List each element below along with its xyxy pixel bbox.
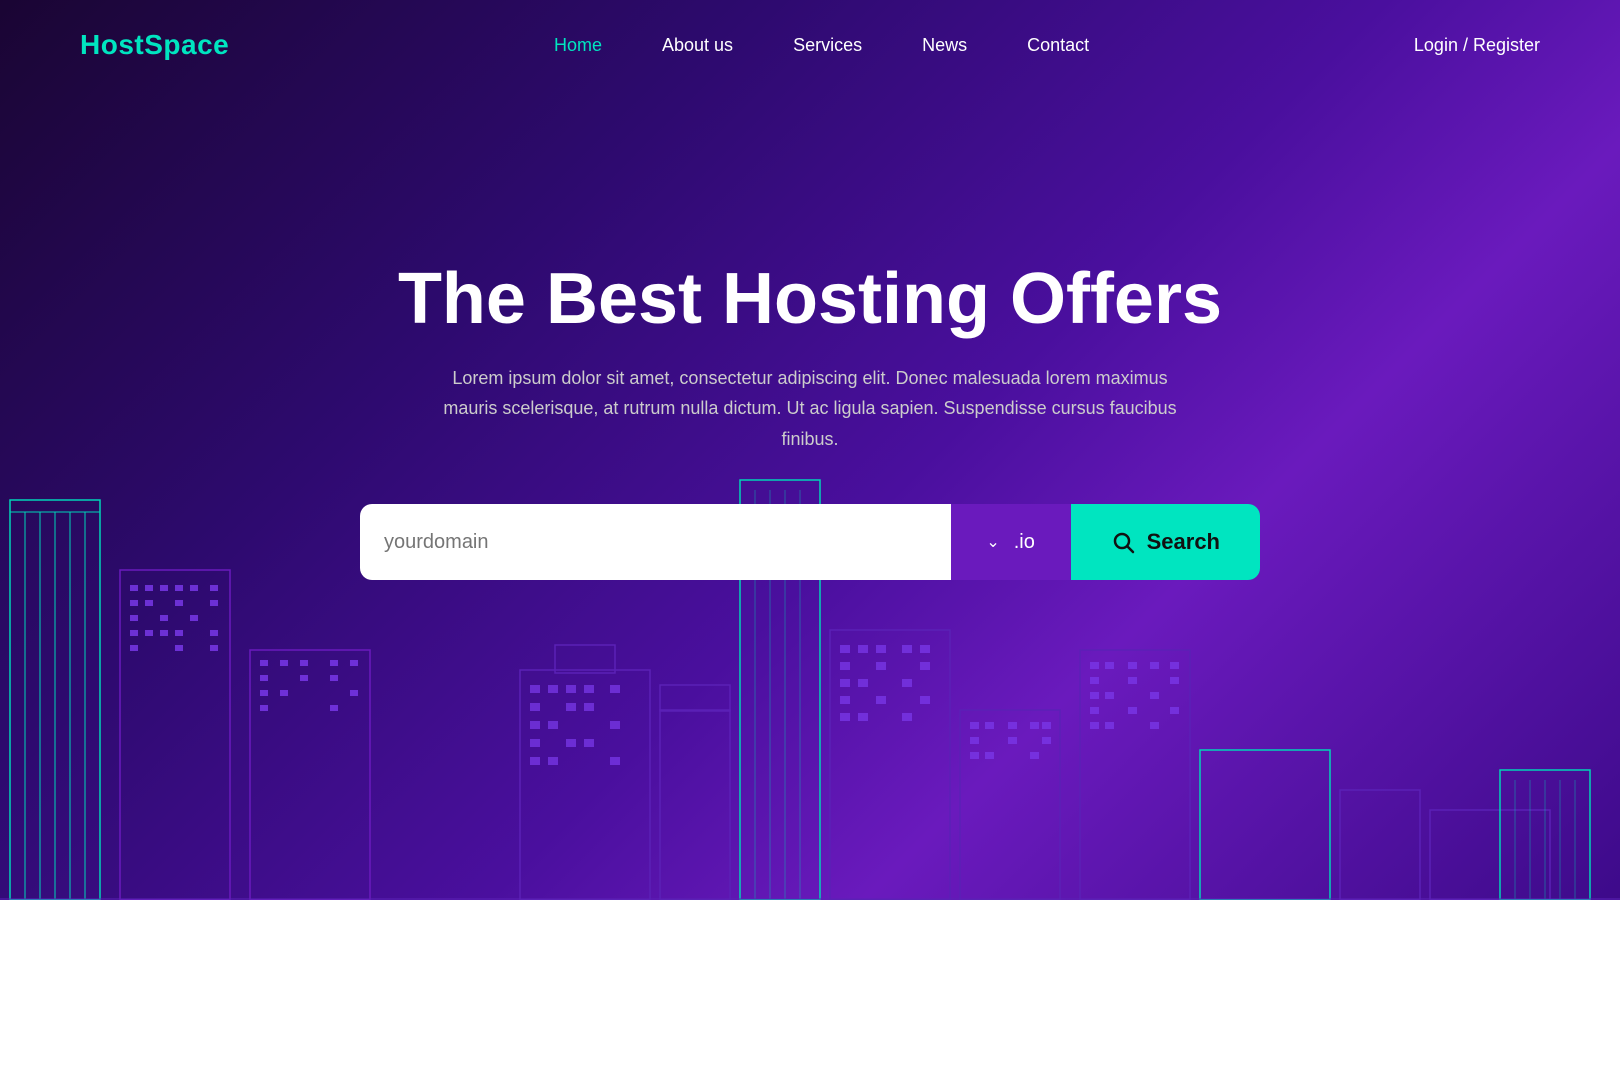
nav-link-home[interactable]: Home (554, 35, 602, 55)
nav-link-about[interactable]: About us (662, 35, 733, 55)
logo-prefix: Host (80, 29, 144, 60)
logo-suffix: Space (144, 29, 229, 60)
nav-item-services[interactable]: Services (793, 35, 862, 56)
navbar: HostSpace Home About us Services News Co… (0, 0, 1620, 90)
logo: HostSpace (80, 29, 229, 61)
nav-link-news[interactable]: News (922, 35, 967, 55)
hero-section: HostSpace Home About us Services News Co… (0, 0, 1620, 900)
nav-links: Home About us Services News Contact (554, 35, 1089, 56)
search-input-wrapper (360, 504, 951, 580)
search-button-label: Search (1147, 529, 1220, 555)
nav-item-home[interactable]: Home (554, 35, 602, 56)
domain-search-input[interactable] (384, 531, 927, 554)
login-register-link[interactable]: Login / Register (1414, 35, 1540, 56)
bottom-section (0, 900, 1620, 1080)
hero-subtitle: Lorem ipsum dolor sit amet, consectetur … (430, 363, 1190, 455)
nav-link-contact[interactable]: Contact (1027, 35, 1089, 55)
chevron-down-icon: ⌄ (986, 532, 999, 552)
nav-item-about[interactable]: About us (662, 35, 733, 56)
search-button[interactable]: Search (1071, 504, 1260, 580)
domain-extension-selector[interactable]: ⌄ .io (951, 504, 1071, 580)
nav-link-services[interactable]: Services (793, 35, 862, 55)
nav-item-news[interactable]: News (922, 35, 967, 56)
hero-title: The Best Hosting Offers (360, 260, 1260, 339)
search-icon (1111, 530, 1135, 554)
hero-content: The Best Hosting Offers Lorem ipsum dolo… (360, 260, 1260, 581)
nav-item-contact[interactable]: Contact (1027, 35, 1089, 56)
domain-search-bar: ⌄ .io Search (360, 504, 1260, 580)
domain-extension-label: .io (1014, 531, 1035, 554)
